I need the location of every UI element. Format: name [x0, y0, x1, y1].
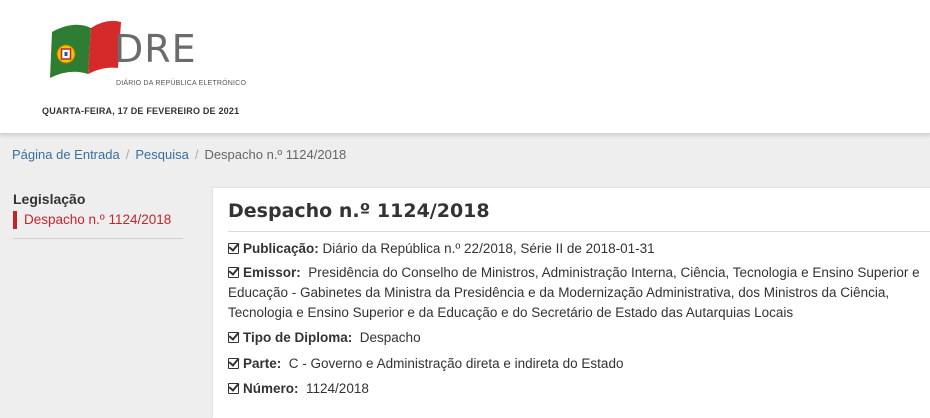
breadcrumb-search-link[interactable]: Pesquisa — [135, 147, 188, 162]
field-emissor: Emissor: Presidência do Conselho de Mini… — [228, 263, 930, 323]
breadcrumb-separator: / — [125, 147, 130, 162]
field-label: Tipo de Diploma: — [243, 330, 353, 345]
check-square-icon — [228, 383, 239, 394]
page-title: Despacho n.º 1124/2018 — [228, 200, 490, 222]
field-value: Diário da República n.º 22/2018, Série I… — [322, 241, 655, 256]
field-value: C - Governo e Administração direta e ind… — [288, 356, 624, 371]
sidebar-divider — [13, 238, 183, 239]
sidebar-item-active-document[interactable]: Despacho n.º 1124/2018 — [13, 211, 183, 229]
title-divider — [228, 231, 930, 232]
breadcrumb-home-link[interactable]: Página de Entrada — [12, 147, 120, 162]
logo-text: DRE — [114, 27, 197, 71]
check-square-icon — [228, 243, 239, 254]
field-value: Presidência do Conselho de Ministros, Ad… — [228, 265, 920, 320]
document-panel: Despacho n.º 1124/2018 Publicação: Diári… — [213, 188, 930, 418]
field-value: Despacho — [359, 330, 421, 345]
field-parte: Parte: C - Governo e Administração diret… — [228, 354, 930, 374]
field-publicacao: Publicação: Diário da República n.º 22/2… — [228, 239, 930, 259]
field-label: Número: — [243, 381, 299, 396]
check-square-icon — [228, 332, 239, 343]
field-label: Publicação: — [243, 241, 319, 256]
sidebar-title: Legislação — [13, 191, 86, 207]
field-numero: Número: 1124/2018 — [228, 379, 930, 399]
check-square-icon — [228, 267, 239, 278]
logo-subtitle: DIÁRIO DA REPÚBLICA ELETRÓNICO — [116, 80, 247, 87]
header-date: QUARTA-FEIRA, 17 DE FEVEREIRO DE 2021 — [42, 106, 240, 116]
site-header: DRE DIÁRIO DA REPÚBLICA ELETRÓNICO QUART… — [0, 0, 930, 134]
field-tipo-de-diploma: Tipo de Diploma: Despacho — [228, 328, 930, 348]
field-value: 1124/2018 — [306, 381, 369, 396]
breadcrumb-current: Despacho n.º 1124/2018 — [204, 147, 347, 162]
sidebar: Legislação Despacho n.º 1124/2018 — [13, 191, 183, 239]
field-label: Emissor: — [243, 265, 301, 280]
breadcrumb-separator: / — [194, 147, 199, 162]
breadcrumb: Página de Entrada / Pesquisa / Despacho n.º … — [12, 147, 346, 162]
check-square-icon — [228, 358, 239, 369]
field-label: Parte: — [243, 356, 282, 371]
